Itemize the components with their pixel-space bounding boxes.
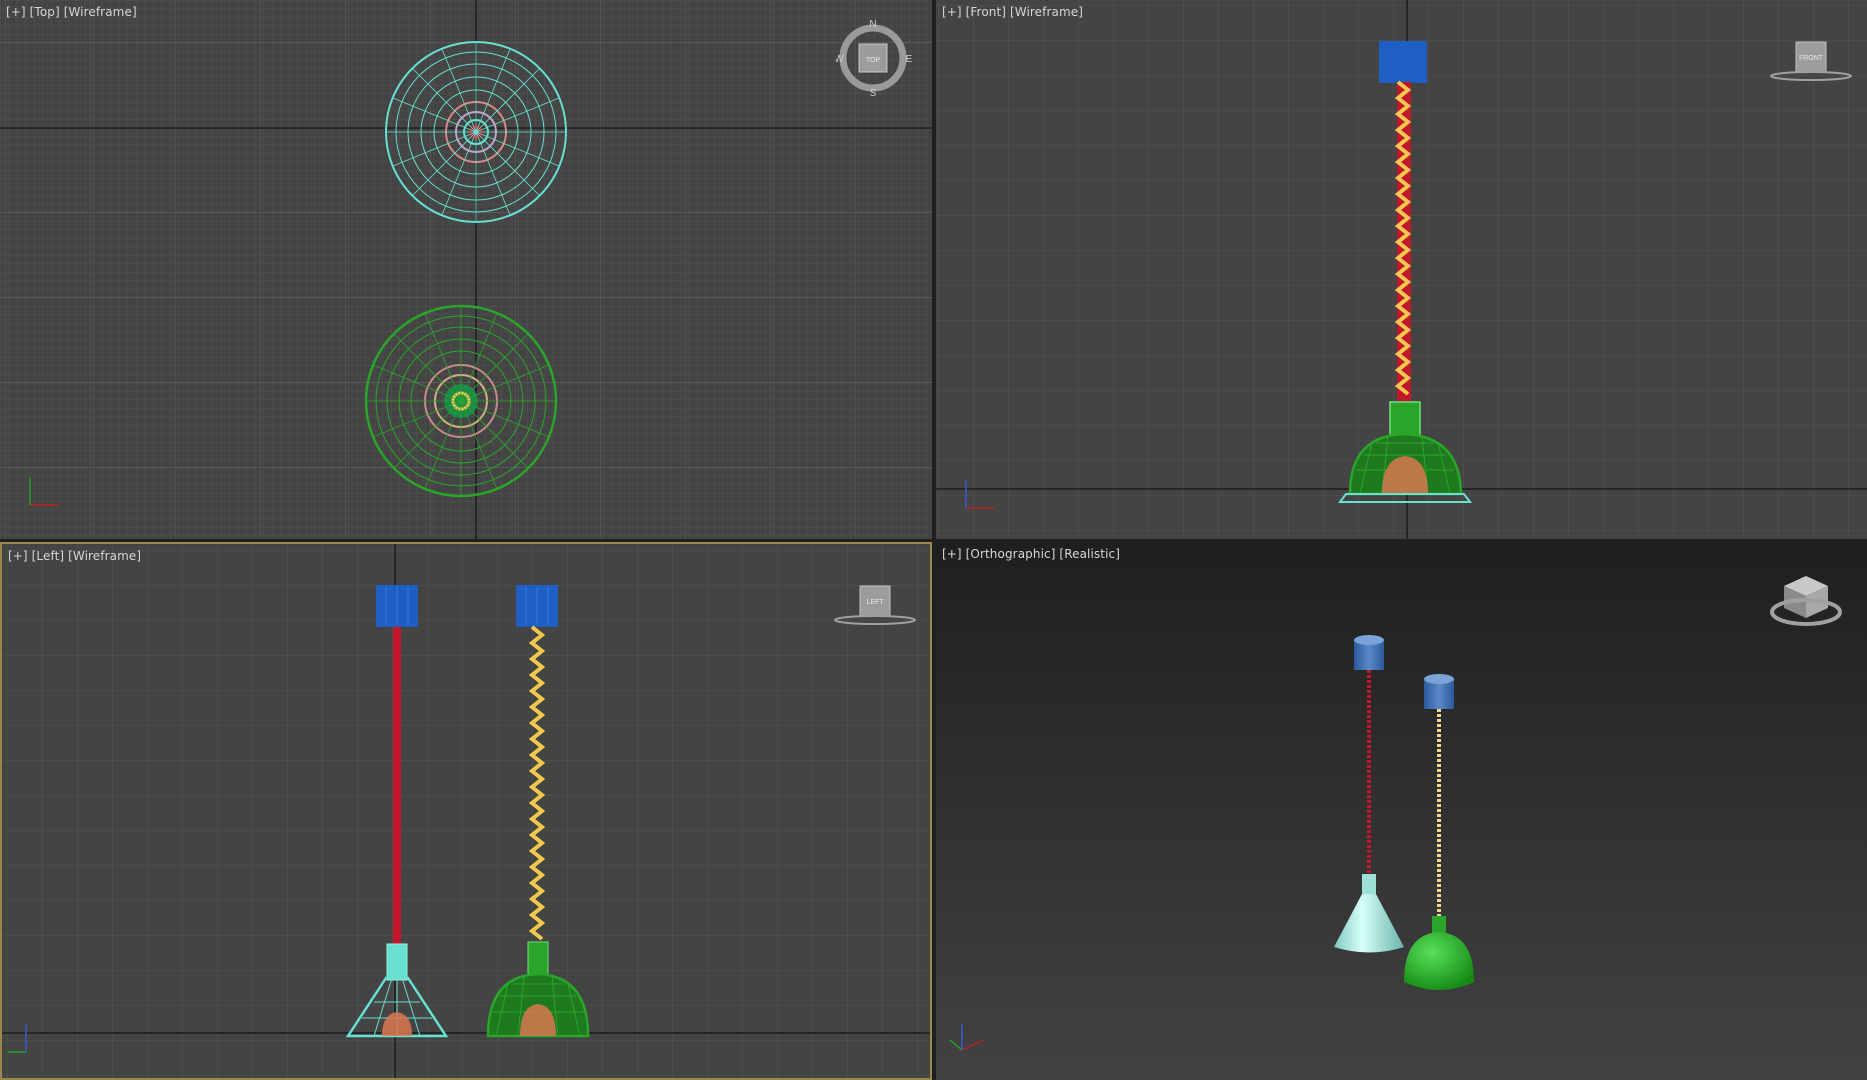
lamp-cyan-top[interactable]: [385, 41, 567, 223]
lamp-cyan-render[interactable]: [1334, 635, 1404, 953]
orthographic-view-scene: [949, 635, 1474, 1051]
viewport-shading-mode[interactable]: [Wireframe]: [1010, 5, 1083, 19]
viewport-point-of-view[interactable]: [Orthographic]: [966, 547, 1056, 561]
compass-south: S: [870, 88, 877, 98]
viewport-point-of-view[interactable]: [Top]: [30, 5, 60, 19]
lamp-socket[interactable]: [1362, 874, 1376, 894]
viewcube-left[interactable]: LEFT: [830, 582, 920, 632]
viewport-label-left: [+] [Left] [Wireframe]: [8, 549, 141, 563]
front-view-scene: [936, 0, 1867, 539]
viewport-shading-mode[interactable]: [Realistic]: [1059, 547, 1120, 561]
viewport-point-of-view[interactable]: [Front]: [966, 5, 1006, 19]
lamp-shade-cone[interactable]: [1334, 894, 1404, 953]
viewport-label-orthographic: [+] [Orthographic] [Realistic]: [942, 547, 1120, 561]
lamp-socket[interactable]: [386, 943, 408, 981]
viewport-front[interactable]: FRONT [+] [Front] [Wireframe]: [936, 0, 1867, 539]
viewport-menu-plus[interactable]: [+]: [942, 547, 962, 561]
viewcube-3d[interactable]: [1766, 572, 1846, 636]
lamp-shade-dome[interactable]: [1404, 932, 1474, 990]
cord-red[interactable]: [393, 627, 401, 957]
viewport-menu-plus[interactable]: [+]: [8, 549, 28, 563]
lamp-socket[interactable]: [527, 941, 549, 977]
viewport-orthographic[interactable]: [+] [Orthographic] [Realistic]: [936, 542, 1867, 1080]
cube-face-label: LEFT: [866, 599, 884, 606]
compass-west: W: [836, 54, 844, 65]
viewport-menu-plus[interactable]: [+]: [6, 5, 26, 19]
grid-major: [0, 0, 932, 539]
viewport-shading-mode[interactable]: [Wireframe]: [64, 5, 137, 19]
axis-tripod-icon: [949, 1024, 985, 1051]
cube-face-label: TOP: [866, 57, 881, 64]
ceiling-cap[interactable]: [1379, 41, 1427, 83]
viewport-point-of-view[interactable]: [Left]: [32, 549, 65, 563]
lamp-green-render[interactable]: [1404, 674, 1474, 990]
viewport-top[interactable]: TOP N S E W [+] [Top] [Wireframe]: [0, 0, 932, 539]
top-view-scene: [0, 0, 932, 539]
viewport-label-top: [+] [Top] [Wireframe]: [6, 5, 137, 19]
viewport-menu-plus[interactable]: [+]: [942, 5, 962, 19]
compass-east: E: [906, 54, 913, 65]
lamp-green-top[interactable]: [364, 304, 558, 498]
viewport-label-front: [+] [Front] [Wireframe]: [942, 5, 1083, 19]
cube-face-label: FRONT: [1799, 55, 1824, 62]
compass-north: N: [869, 19, 876, 30]
left-view-scene: [2, 544, 930, 1078]
viewport-shading-mode[interactable]: [Wireframe]: [68, 549, 141, 563]
viewport-left[interactable]: LEFT [+] [Left] [Wireframe]: [0, 542, 932, 1080]
viewcube-front[interactable]: FRONT: [1766, 38, 1856, 88]
viewcube-compass[interactable]: TOP N S E W: [836, 18, 916, 98]
grid: [2, 544, 930, 1078]
